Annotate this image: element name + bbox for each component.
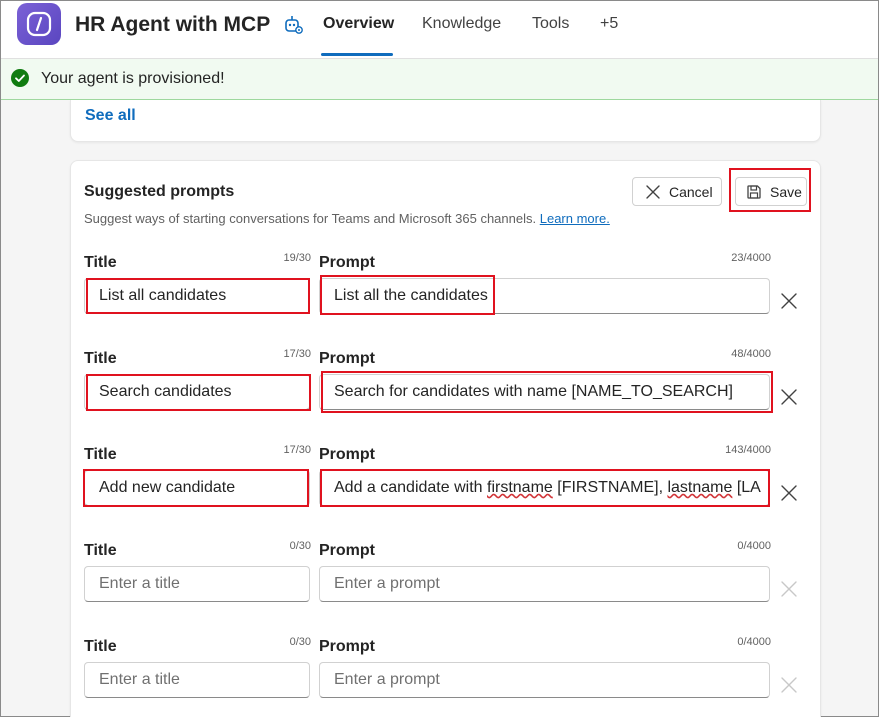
close-icon [646, 184, 660, 199]
title-label: Title [84, 446, 117, 463]
description-text: Suggest ways of starting conversations f… [84, 211, 537, 226]
prompt-label: Prompt [319, 254, 375, 271]
banner-message: Your agent is provisioned! [41, 70, 225, 87]
title-char-count: 0/30 [289, 540, 311, 552]
prompt-label: Prompt [319, 638, 375, 655]
tab-knowledge[interactable]: Knowledge [422, 15, 501, 33]
tab-more[interactable]: +5 [600, 15, 618, 33]
prompt-char-count: 143/4000 [725, 444, 771, 456]
title-input[interactable]: List all candidates [84, 278, 310, 314]
title-input[interactable]: Enter a title [84, 662, 310, 698]
spellcheck-word: lastname [667, 479, 733, 496]
prompt-text-part: [FIRSTNAME], [552, 479, 668, 496]
remove-prompt-icon [781, 677, 797, 693]
cancel-label: Cancel [669, 183, 713, 200]
provisioned-banner: Your agent is provisioned! [1, 59, 878, 100]
suggested-prompts-title: Suggested prompts [84, 183, 235, 200]
prompt-label: Prompt [319, 446, 375, 463]
app-logo [17, 3, 61, 45]
active-tab-indicator [321, 53, 393, 56]
title-input[interactable]: Add new candidate [84, 470, 310, 506]
save-label: Save [770, 183, 802, 200]
prompt-char-count: 48/4000 [731, 348, 771, 360]
save-icon [747, 184, 761, 199]
title-char-count: 0/30 [289, 636, 311, 648]
prompt-label: Prompt [319, 542, 375, 559]
success-check-icon [11, 69, 29, 87]
code-icon [26, 11, 52, 37]
prompt-input[interactable]: List all the candidates [319, 278, 770, 314]
suggested-prompts-description: Suggest ways of starting conversations f… [84, 211, 610, 226]
save-button[interactable]: Save [735, 177, 807, 206]
title-label: Title [84, 638, 117, 655]
knowledge-card: See all [70, 100, 821, 142]
remove-prompt-icon[interactable] [780, 292, 798, 310]
prompt-input[interactable]: Enter a prompt [319, 662, 770, 698]
title-char-count: 17/30 [283, 348, 311, 360]
cancel-button[interactable]: Cancel [632, 177, 722, 206]
spellcheck-word: firstname [487, 479, 553, 496]
prompt-text-part: [LA [732, 479, 761, 496]
agent-title: HR Agent with MCP [75, 13, 271, 36]
prompt-char-count: 23/4000 [731, 252, 771, 264]
suggested-prompts-card: Suggested prompts Suggest ways of starti… [70, 160, 821, 717]
title-char-count: 17/30 [283, 444, 311, 456]
tab-overview[interactable]: Overview [323, 15, 394, 33]
agent-settings-icon[interactable] [282, 13, 304, 35]
prompt-input[interactable]: Enter a prompt [319, 566, 770, 602]
remove-prompt-icon[interactable] [780, 484, 798, 502]
title-label: Title [84, 254, 117, 271]
app-header: HR Agent with MCP Overview Knowledge Too… [1, 1, 878, 59]
remove-prompt-icon[interactable] [780, 388, 798, 406]
tab-tools[interactable]: Tools [532, 15, 569, 33]
prompt-label: Prompt [319, 350, 375, 367]
prompt-text-part: Add a candidate with [334, 479, 487, 496]
prompt-input[interactable]: Add a candidate with firstname [FIRSTNAM… [319, 470, 770, 506]
title-input[interactable]: Enter a title [84, 566, 310, 602]
prompt-char-count: 0/4000 [737, 636, 771, 648]
learn-more-link[interactable]: Learn more. [540, 211, 610, 226]
see-all-link[interactable]: See all [85, 107, 136, 125]
prompt-char-count: 0/4000 [737, 540, 771, 552]
title-label: Title [84, 350, 117, 367]
title-label: Title [84, 542, 117, 559]
title-input[interactable]: Search candidates [84, 374, 310, 410]
title-char-count: 19/30 [283, 252, 311, 264]
prompt-input[interactable]: Search for candidates with name [NAME_TO… [319, 374, 770, 410]
remove-prompt-icon [781, 581, 797, 597]
